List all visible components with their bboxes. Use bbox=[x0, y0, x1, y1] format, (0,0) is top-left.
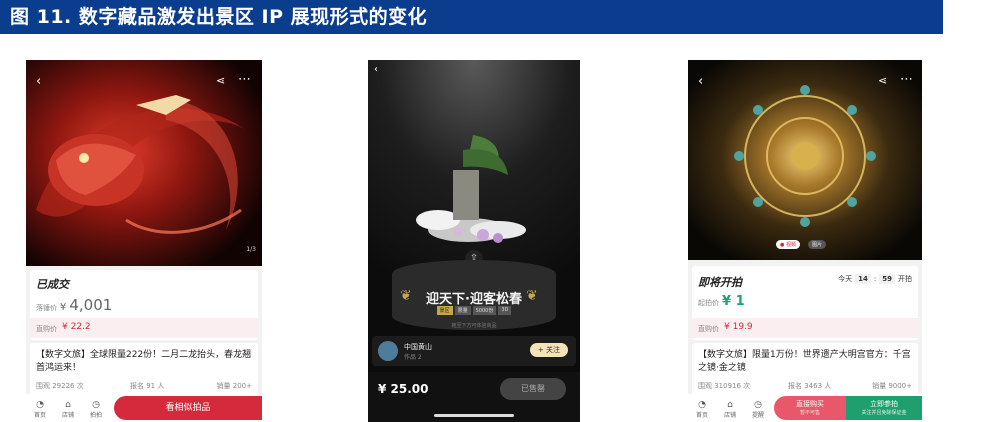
home-icon: ◔ bbox=[698, 400, 706, 410]
auction-status-card: 即将开拍 今天 14 : 59 开拍 起拍价 ¥ 1 直购价 ¥ 19.9 bbox=[692, 266, 918, 340]
description-card: 【数字文旅】限量1万份！世界遗产大明宫官方：千宫之镜·金之镜 围观 310916… bbox=[692, 343, 918, 395]
direct-label: 直购价 bbox=[698, 325, 719, 333]
laurel-right-icon: ❦ bbox=[526, 288, 538, 304]
share-icon[interactable]: ⋖ bbox=[216, 74, 225, 87]
creator-works: 作品 2 bbox=[404, 354, 422, 361]
alarm-icon: ◷ bbox=[754, 400, 762, 410]
start-price-label: 起拍价 bbox=[698, 299, 719, 307]
figure-title: 图 11. 数字藏品激发出景区 IP 展现形式的变化 bbox=[0, 0, 943, 34]
back-icon[interactable]: ‹ bbox=[698, 74, 703, 89]
creator-name: 中国黄山 bbox=[404, 343, 432, 351]
stat-signup: 报名 91 人 bbox=[130, 382, 165, 390]
buy-now-sub: 暂不可售 bbox=[799, 410, 820, 416]
purchase-bar: ¥ 25.00 已售罄 bbox=[368, 372, 580, 422]
price: ¥ 25.00 bbox=[378, 382, 429, 396]
bottom-bar: ◔ 首页 ⌂ 店铺 ◷ 拍拍 看相似拍品 bbox=[26, 394, 262, 422]
laurel-left-icon: ❦ bbox=[400, 288, 412, 304]
tag-limited: 限量 bbox=[454, 306, 471, 315]
stat-sales: 销量 200+ bbox=[216, 382, 252, 390]
start-price: ¥ 1 bbox=[722, 294, 745, 309]
nav-home[interactable]: ◔ 首页 bbox=[28, 400, 52, 419]
description: 【数字文旅】限量1万份！世界遗产大明宫官方：千宫之镜·金之镜 bbox=[698, 350, 911, 373]
status-label: 已成交 bbox=[36, 278, 69, 291]
description-card: 【数字文旅】全球限量222份！二月二龙抬头，春龙翘首鸿运来！ 围观 29226 … bbox=[30, 343, 258, 395]
stat-signup: 报名 3463 人 bbox=[788, 382, 832, 390]
nav-shop-label: 店铺 bbox=[61, 412, 74, 419]
video-pill[interactable]: ● 视频 bbox=[776, 240, 800, 249]
nav-remind[interactable]: ◷ 提醒 bbox=[746, 400, 770, 419]
tag-3d: 3D bbox=[498, 306, 512, 315]
bottom-bar: ◔ 首页 ⌂ 店铺 ◷ 提醒 直接购买 暂不可售 立即参拍 关注并且免除保证金 bbox=[688, 394, 922, 422]
nav-shop[interactable]: ⌂ 店铺 bbox=[56, 400, 80, 419]
buy-now-button[interactable]: 直接购买 暂不可售 bbox=[774, 396, 846, 420]
nav-home[interactable]: ◔ 首页 bbox=[690, 400, 714, 419]
direct-price: ¥ 22.2 bbox=[62, 322, 91, 332]
mirror-artwork bbox=[688, 60, 922, 260]
similar-items-button[interactable]: 看相似拍品 bbox=[114, 396, 262, 420]
shop-icon: ⌂ bbox=[65, 400, 71, 410]
direct-price: ¥ 19.9 bbox=[724, 322, 753, 332]
stat-sales: 销量 9000+ bbox=[872, 382, 912, 390]
auction-status-card: 已成交 落锤价 ¥ 4,001 直购价 ¥ 22.2 bbox=[30, 270, 258, 340]
countdown-minutes: 59 bbox=[879, 274, 895, 284]
nav-shop-label: 店铺 bbox=[723, 412, 736, 419]
creator-avatar bbox=[378, 341, 398, 361]
sold-out-button[interactable]: 已售罄 bbox=[500, 378, 566, 400]
image-pill[interactable]: 图片 bbox=[808, 240, 827, 249]
countdown-prefix: 今天 bbox=[838, 275, 853, 283]
tag-scenic: 景区 bbox=[436, 306, 453, 315]
status-label: 即将开拍 bbox=[698, 276, 742, 289]
tag-row: 景区 限量 5000份 3D bbox=[368, 306, 580, 315]
tag-quantity: 5000份 bbox=[472, 306, 497, 315]
price-label: 落锤价 bbox=[36, 304, 57, 312]
bid-now-sub: 关注并且免除保证金 bbox=[861, 410, 907, 416]
countdown: 今天 14 : 59 开拍 bbox=[838, 274, 912, 284]
countdown-colon: : bbox=[873, 275, 877, 283]
back-icon[interactable]: ‹ bbox=[36, 74, 41, 89]
creator-card: 中国黄山 作品 2 + 关注 bbox=[372, 336, 576, 366]
nav-remind-label: 提醒 bbox=[751, 412, 764, 419]
nav-home-label: 首页 bbox=[695, 412, 708, 419]
back-icon[interactable]: ‹ bbox=[374, 64, 378, 75]
stat-views: 围观 310916 次 bbox=[698, 382, 751, 390]
phone-screen-dragon: ‹ ⋖ ⋯ 1/3 已成交 落锤价 ¥ 4,001 直购价 ¥ 22.2 【数字… bbox=[26, 60, 262, 422]
home-indicator bbox=[434, 414, 514, 417]
more-icon[interactable]: ⋯ bbox=[238, 72, 251, 87]
dragon-artwork bbox=[26, 60, 262, 266]
bid-now-button[interactable]: 立即参拍 关注并且免除保证金 bbox=[846, 396, 922, 420]
countdown-hours: 14 bbox=[855, 274, 871, 284]
follow-button[interactable]: + 关注 bbox=[529, 343, 568, 357]
nav-auction-label: 拍拍 bbox=[89, 412, 102, 419]
stat-views: 围观 29226 次 bbox=[36, 382, 84, 390]
shop-icon: ⌂ bbox=[727, 400, 733, 410]
phone-screen-pine: ‹ ⇪ 迎天下·迎客松春 ❦ ❦ 景区 限量 5000份 3D 拖至下方可体验商… bbox=[368, 60, 580, 422]
home-icon: ◔ bbox=[36, 400, 44, 410]
description: 【数字文旅】全球限量222份！二月二龙抬头，春龙翘首鸿运来！ bbox=[36, 350, 252, 373]
nav-home-label: 首页 bbox=[33, 412, 46, 419]
drag-hint: 拖至下方可体验商品 bbox=[451, 323, 497, 329]
share-icon[interactable]: ⋖ bbox=[878, 74, 887, 87]
direct-label: 直购价 bbox=[36, 325, 57, 333]
nav-shop[interactable]: ⌂ 店铺 bbox=[718, 400, 742, 419]
phone-screen-mirror: ‹ ⋖ ⋯ ● 视频 图片 即将开拍 今天 14 : 59 开拍 起拍价 ¥ 1… bbox=[688, 60, 922, 422]
price-value: 4,001 bbox=[69, 296, 113, 314]
price-currency: ¥ bbox=[60, 302, 67, 313]
bid-now-label: 立即参拍 bbox=[870, 400, 898, 408]
countdown-suffix: 开拍 bbox=[898, 275, 912, 283]
buy-now-label: 直接购买 bbox=[796, 400, 824, 408]
auction-icon: ◷ bbox=[92, 400, 100, 410]
more-icon[interactable]: ⋯ bbox=[900, 72, 913, 87]
nav-auction[interactable]: ◷ 拍拍 bbox=[84, 400, 108, 419]
image-index: 1/3 bbox=[246, 246, 256, 253]
